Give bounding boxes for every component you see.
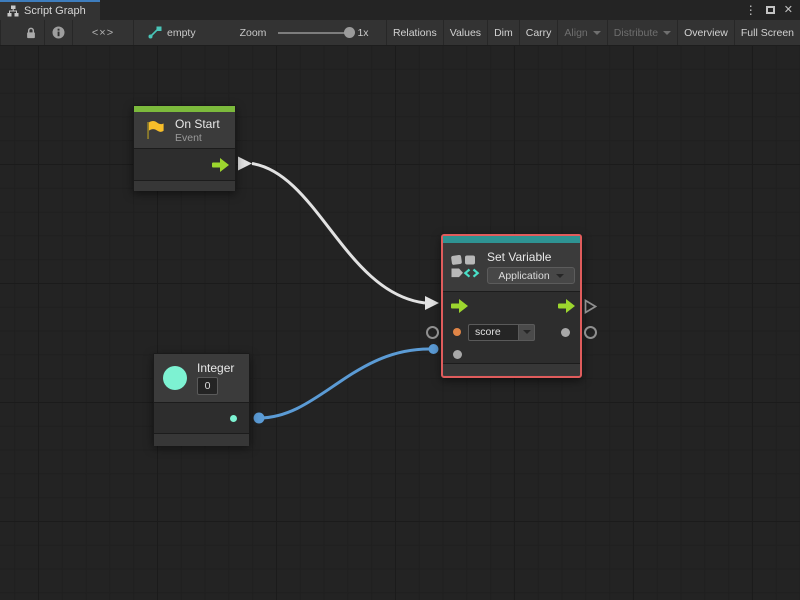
code-icon: <×>: [92, 27, 114, 39]
value-output-port[interactable]: [561, 328, 570, 337]
flow-output-port[interactable]: [558, 299, 575, 313]
node-ports: [134, 148, 235, 180]
dim-button[interactable]: Dim: [487, 20, 519, 45]
zoom-control: Zoom 1x: [240, 20, 369, 45]
chevron-down-icon: [556, 274, 564, 278]
flow-output-port[interactable]: [212, 158, 229, 172]
button-label: Values: [450, 27, 481, 39]
graph-pointer[interactable]: empty: [148, 20, 196, 45]
zoom-slider[interactable]: [278, 32, 352, 34]
on-start-node[interactable]: On Start Event: [133, 105, 236, 191]
integer-value-text: 0: [205, 380, 211, 392]
overview-button[interactable]: Overview: [677, 20, 734, 45]
node-header: Set Variable Application: [443, 243, 580, 291]
graph-pointer-icon: [148, 26, 162, 39]
script-graph-window: Script Graph ⋮ ✕ <×>: [0, 0, 800, 600]
value-input-port[interactable]: [453, 350, 462, 359]
chevron-down-icon: [523, 330, 531, 334]
distribute-button[interactable]: Distribute: [607, 20, 677, 45]
node-header: On Start Event: [134, 112, 235, 148]
lock-icon: [25, 26, 37, 40]
flow-connection[interactable]: [238, 157, 439, 311]
node-footer: [134, 180, 235, 191]
titlebar: Script Graph ⋮ ✕: [0, 0, 800, 20]
info-icon: [52, 26, 65, 39]
name-input-connector[interactable]: [426, 326, 439, 339]
toolbar-buttons: Relations Values Dim Carry Align Distrib…: [386, 20, 800, 45]
node-titles: On Start Event: [175, 117, 220, 144]
node-title: Integer: [197, 361, 234, 375]
graph-icon: [7, 5, 19, 17]
button-label: Carry: [526, 27, 552, 39]
flow-port-row: [443, 292, 580, 320]
node-ports: score: [443, 291, 580, 363]
value-port-row: [443, 344, 580, 364]
node-footer: [443, 363, 580, 375]
graph-pointer-label: empty: [167, 27, 196, 39]
values-button[interactable]: Values: [443, 20, 487, 45]
set-variable-node[interactable]: Set Variable Application: [441, 234, 582, 378]
variable-name-field: score: [468, 324, 535, 341]
node-subtitle: Event: [175, 132, 220, 144]
graph-canvas[interactable]: On Start Event: [0, 46, 800, 600]
button-label: Dim: [494, 27, 513, 39]
zoom-label: Zoom: [240, 27, 267, 39]
tab-label: Script Graph: [24, 5, 86, 17]
relations-button[interactable]: Relations: [386, 20, 443, 45]
node-ports: [154, 402, 249, 433]
flow-input-port[interactable]: [451, 299, 468, 313]
node-title: On Start: [175, 117, 220, 131]
divider: [0, 20, 1, 45]
chevron-down-icon: [663, 31, 671, 35]
tab-script-graph[interactable]: Script Graph: [0, 0, 100, 20]
name-port-row: score: [443, 320, 580, 344]
close-icon[interactable]: ✕: [784, 5, 793, 16]
window-menu-icon[interactable]: ⋮: [745, 4, 757, 16]
button-label: Distribute: [614, 27, 658, 39]
flow-output-connector[interactable]: [584, 299, 597, 319]
window-controls: ⋮ ✕: [745, 0, 800, 20]
carry-button[interactable]: Carry: [519, 20, 558, 45]
node-titles: Integer 0: [197, 361, 234, 395]
toolbar: <×> empty Zoom 1x Relations Values: [0, 20, 800, 46]
full-screen-button[interactable]: Full Screen: [734, 20, 800, 45]
node-footer: [154, 433, 249, 446]
maximize-icon[interactable]: [766, 6, 775, 14]
variable-name-port[interactable]: [453, 328, 461, 336]
align-button[interactable]: Align: [557, 20, 606, 45]
integer-value-input[interactable]: 0: [197, 377, 218, 395]
button-label: Relations: [393, 27, 437, 39]
connections-layer: [0, 46, 800, 600]
variable-name-dropdown-button[interactable]: [518, 324, 535, 341]
node-titles: Set Variable Application: [487, 250, 575, 284]
zoom-slider-knob[interactable]: [344, 27, 355, 38]
node-header: Integer 0: [154, 354, 249, 402]
variable-color-strip: [443, 236, 580, 243]
lock-button[interactable]: [18, 20, 44, 45]
integer-node[interactable]: Integer 0: [153, 353, 250, 445]
scope-value: Application: [498, 270, 549, 282]
variable-scope-dropdown[interactable]: Application: [487, 267, 575, 284]
code-view-button[interactable]: <×>: [73, 20, 133, 45]
node-title: Set Variable: [487, 250, 575, 264]
variable-name-text: score: [475, 326, 501, 338]
button-label: Overview: [684, 27, 728, 39]
value-output-connector[interactable]: [584, 326, 597, 339]
integer-icon: [163, 366, 187, 390]
button-label: Full Screen: [741, 27, 794, 39]
value-connection[interactable]: [254, 344, 439, 424]
button-label: Align: [564, 27, 587, 39]
variable-name-value[interactable]: score: [468, 324, 518, 341]
chevron-down-icon: [593, 31, 601, 35]
flag-icon: [143, 118, 167, 142]
integer-output-port[interactable]: [230, 415, 237, 422]
zoom-value: 1x: [357, 27, 368, 39]
divider: [133, 20, 134, 45]
variables-icon: [450, 254, 480, 280]
info-button[interactable]: [45, 20, 72, 45]
